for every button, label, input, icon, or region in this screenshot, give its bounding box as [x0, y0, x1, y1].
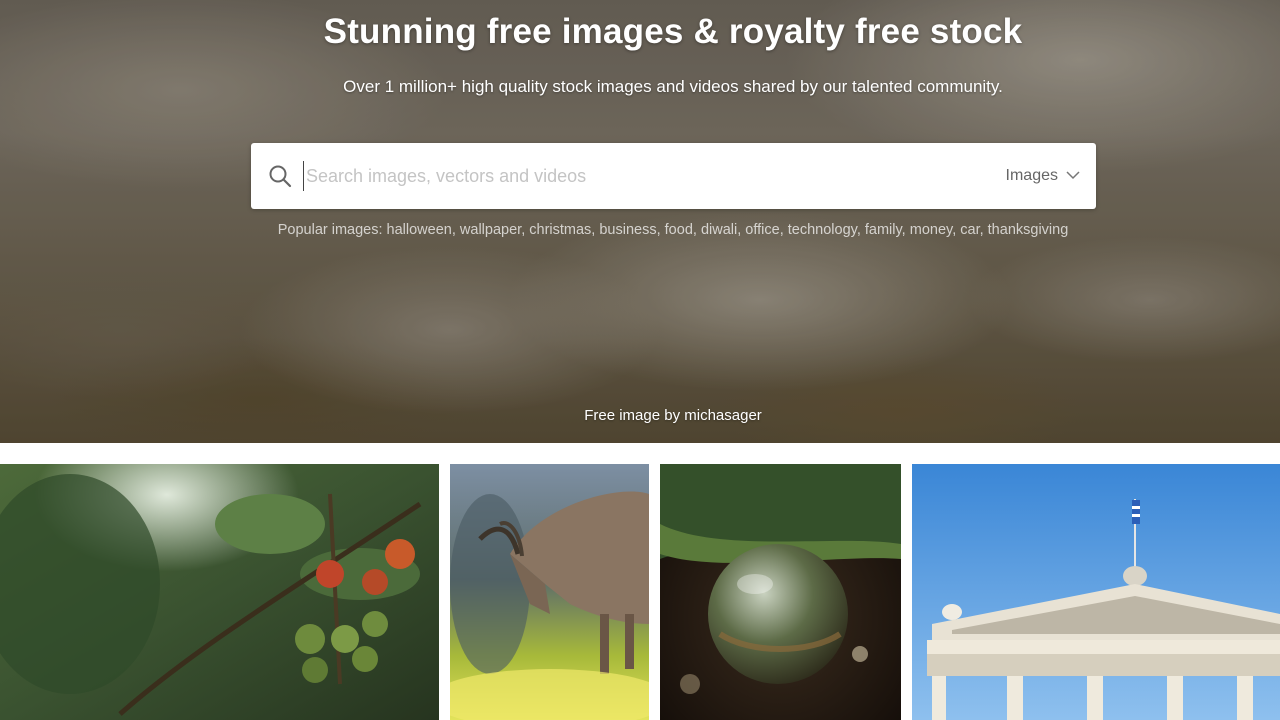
gallery-image-ibex[interactable]	[450, 464, 649, 720]
popular-tag-halloween[interactable]: halloween	[387, 222, 452, 238]
popular-tags: halloween, wallpaper, christmas, busines…	[386, 222, 1069, 238]
hero-title: Stunning free images & royalty free stoc…	[323, 12, 1023, 51]
popular-tag-diwali[interactable]: diwali	[701, 222, 737, 238]
chevron-down-icon	[1066, 167, 1080, 185]
hero-banner: Stunning free images & royalty free stoc…	[0, 0, 1280, 443]
popular-tag-wallpaper[interactable]: wallpaper	[460, 222, 521, 238]
popular-tag-office[interactable]: office	[745, 222, 779, 238]
hero-subtitle: Over 1 million+ high quality stock image…	[343, 77, 1003, 96]
popular-tag-money[interactable]: money	[910, 222, 952, 238]
popular-searches: Popular images: halloween, wallpaper, ch…	[270, 220, 1076, 241]
search-icon[interactable]	[267, 163, 293, 189]
search-bar: Images	[251, 143, 1096, 209]
popular-tag-business[interactable]: business	[599, 222, 656, 238]
popular-tag-food[interactable]: food	[665, 222, 693, 238]
popular-tag-thanksgiving[interactable]: thanksgiving	[988, 222, 1069, 238]
image-credit: Free image by michasager	[0, 407, 1280, 424]
gallery-image-building[interactable]	[912, 464, 1280, 720]
gallery-image-crystal-ball[interactable]	[660, 464, 901, 720]
credit-author-link[interactable]: michasager	[684, 407, 762, 424]
popular-tag-christmas[interactable]: christmas	[529, 222, 591, 238]
popular-label: Popular images:	[277, 222, 383, 238]
popular-tag-family[interactable]: family	[865, 222, 902, 238]
media-type-dropdown[interactable]: Images	[1006, 163, 1080, 189]
gallery-image-tomatoes[interactable]	[0, 464, 439, 720]
search-input[interactable]	[303, 161, 946, 191]
popular-tag-car[interactable]: car	[960, 222, 979, 238]
media-type-label: Images	[1005, 167, 1058, 184]
credit-prefix: Free image by	[584, 407, 685, 424]
popular-tag-technology[interactable]: technology	[788, 222, 857, 238]
